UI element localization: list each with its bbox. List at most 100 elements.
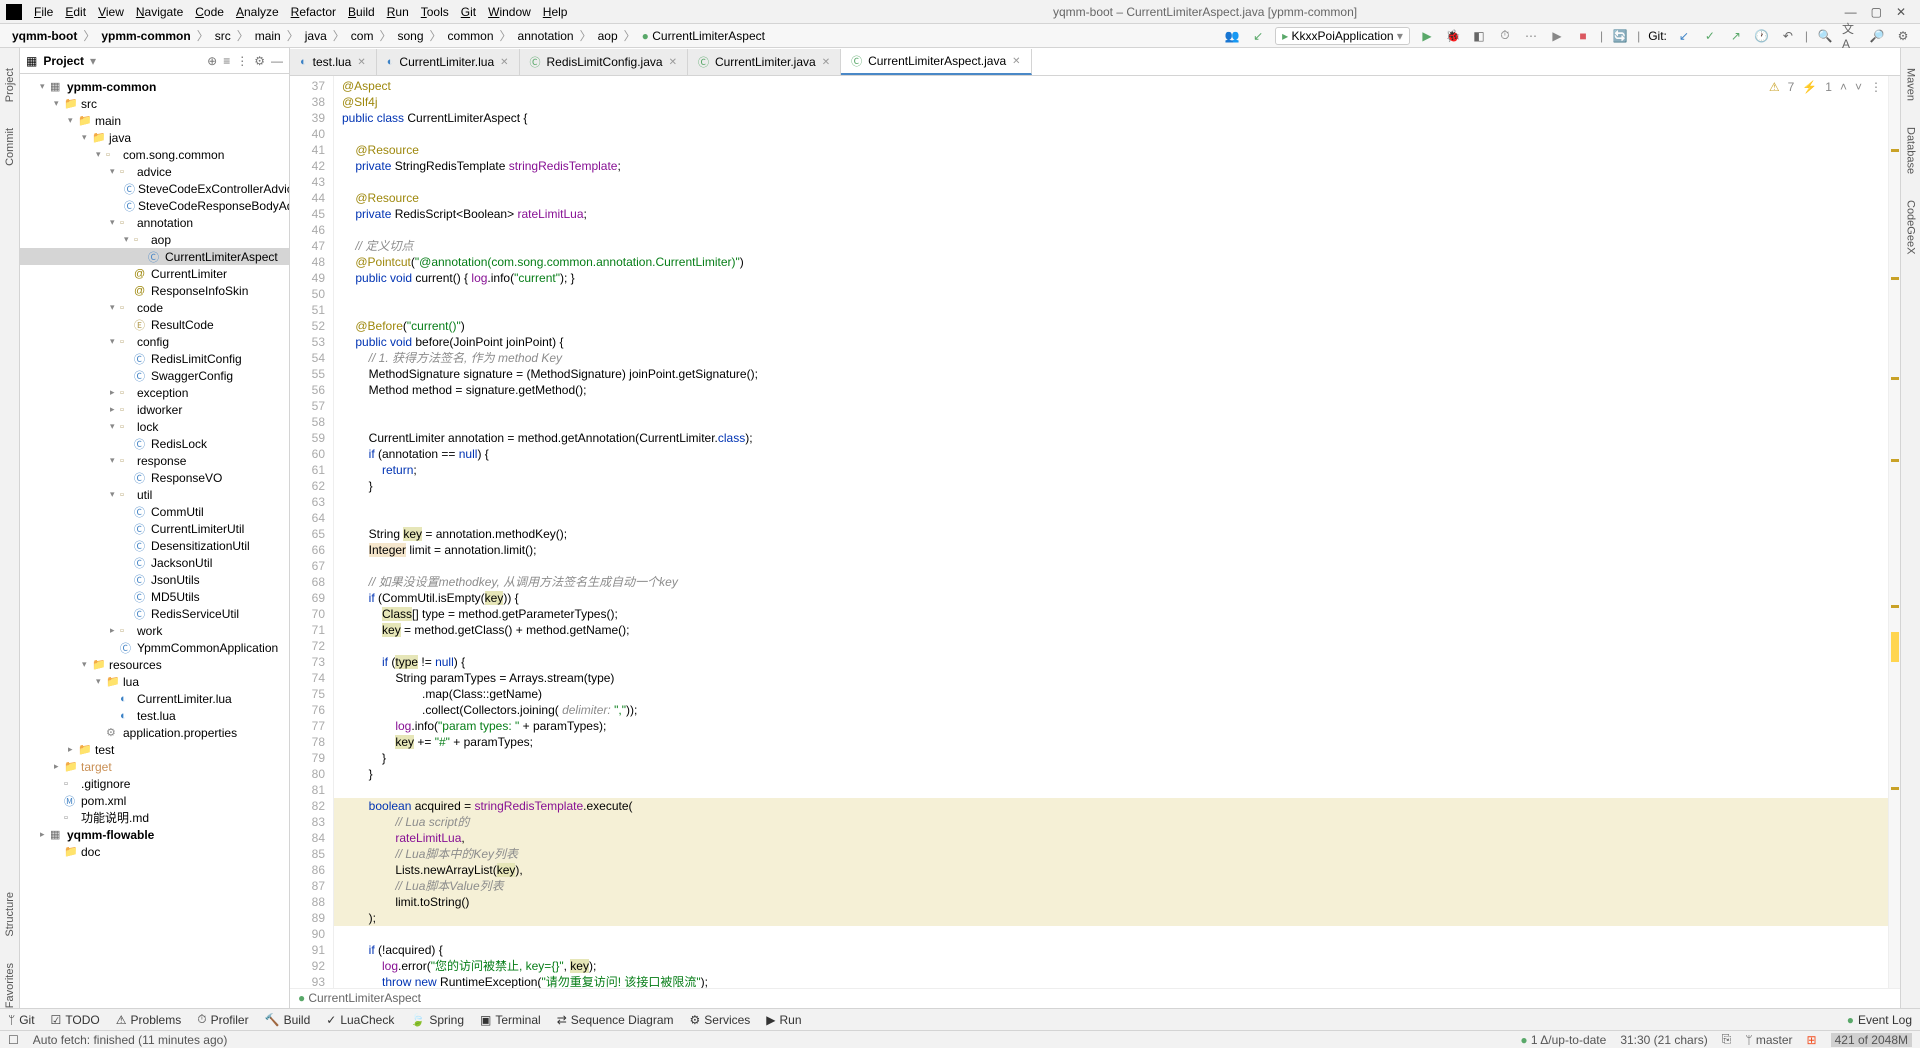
bottom-tool-spring[interactable]: 🍃Spring [410, 1012, 464, 1027]
bottom-tool-sequence-diagram[interactable]: ⇄Sequence Diagram [557, 1012, 674, 1027]
tree-node[interactable]: ⒸCurrentLimiterUtil [20, 520, 289, 537]
tree-node[interactable]: ◐CurrentLimiter.lua [20, 690, 289, 707]
tree-node[interactable]: ▾▫lock [20, 418, 289, 435]
tree-node[interactable]: ▫.gitignore [20, 775, 289, 792]
menu-file[interactable]: File [28, 5, 59, 19]
expand-all-icon[interactable]: ≡ [223, 54, 230, 68]
gear-icon[interactable]: ⚙ [254, 54, 265, 68]
tree-node[interactable]: ▾📁java [20, 129, 289, 146]
tree-node[interactable]: ▾▫config [20, 333, 289, 350]
tree-node[interactable]: ▾▫code [20, 299, 289, 316]
prev-highlight-icon[interactable]: ˄ [1840, 80, 1847, 94]
code-content[interactable]: @Aspect@Slf4jpublic class CurrentLimiter… [334, 76, 1900, 988]
bottom-tool-run[interactable]: ▶Run [766, 1012, 801, 1027]
left-tab-commit[interactable]: Commit [4, 128, 16, 166]
git-update-icon[interactable]: ↙ [1675, 27, 1693, 45]
close-icon[interactable]: ✕ [1896, 5, 1906, 19]
minimize-icon[interactable]: — [1845, 5, 1857, 19]
tree-node[interactable]: ◐test.lua [20, 707, 289, 724]
close-tab-icon[interactable]: ✕ [1012, 56, 1020, 67]
tree-node[interactable]: ▾▫com.song.common [20, 146, 289, 163]
crumb-0[interactable]: yqmm-boot [8, 29, 81, 43]
inspection-menu-icon[interactable]: ⋮ [1870, 80, 1882, 94]
tree-node[interactable]: ⒸResponseVO [20, 469, 289, 486]
tree-node[interactable]: ⒸRedisLimitConfig [20, 350, 289, 367]
run-icon[interactable]: ▶ [1418, 27, 1436, 45]
menu-git[interactable]: Git [455, 5, 482, 19]
reload-icon[interactable]: 🔄 [1611, 27, 1629, 45]
editor-tab[interactable]: ⒸCurrentLimiter.java✕ [688, 49, 841, 75]
crumb-6[interactable]: song [393, 29, 427, 43]
crumb-1[interactable]: ypmm-common [97, 29, 194, 43]
more-run-icon[interactable]: ⋯ [1522, 27, 1540, 45]
status-branch[interactable]: ᛘ master [1745, 1033, 1792, 1047]
crumb-7[interactable]: common [444, 29, 498, 43]
tree-node[interactable]: ⒸSteveCodeExControllerAdvice [20, 180, 289, 197]
crumb-4[interactable]: java [301, 29, 331, 43]
menu-build[interactable]: Build [342, 5, 381, 19]
close-tab-icon[interactable]: ✕ [500, 57, 508, 68]
tree-node[interactable]: ▾📁resources [20, 656, 289, 673]
tree-node[interactable]: ▸📁test [20, 741, 289, 758]
error-stripe[interactable] [1888, 76, 1900, 988]
hide-icon[interactable]: — [271, 54, 283, 68]
project-view-select[interactable]: ▾ [90, 54, 96, 68]
scroll-from-source-icon[interactable]: ⊕ [207, 54, 217, 68]
bottom-tool-terminal[interactable]: ▣Terminal [480, 1012, 541, 1027]
bottom-tool-services[interactable]: ⚙Services [690, 1012, 751, 1027]
left-tab-structure[interactable]: Structure [4, 892, 16, 937]
right-tab-database[interactable]: Database [1905, 127, 1917, 174]
tree-node[interactable]: ▸▦yqmm-flowable [20, 826, 289, 843]
tree-node[interactable]: ▾📁main [20, 112, 289, 129]
git-commit-icon[interactable]: ✓ [1701, 27, 1719, 45]
crumb-9[interactable]: aop [594, 29, 622, 43]
git-push-icon[interactable]: ↗ [1727, 27, 1745, 45]
tree-node[interactable]: ▾📁src [20, 95, 289, 112]
tree-node[interactable]: ⒺResultCode [20, 316, 289, 333]
profile-icon[interactable]: ⏱ [1496, 27, 1514, 45]
tree-node[interactable]: @CurrentLimiter [20, 265, 289, 282]
editor[interactable]: ⚠7 ⚡1 ˄ ˅ ⋮ 3738394041424344454647484950… [290, 76, 1900, 988]
editor-gutter[interactable]: 3738394041424344454647484950515253545556… [290, 76, 334, 988]
tree-node[interactable]: ⒸJsonUtils [20, 571, 289, 588]
run-config-select[interactable]: ▸ KkxxPoiApplication ▾ [1275, 27, 1410, 45]
tree-node[interactable]: ⒸCommUtil [20, 503, 289, 520]
menu-refactor[interactable]: Refactor [285, 5, 342, 19]
status-caret-pos[interactable]: 31:30 (21 chars) [1620, 1033, 1707, 1047]
tree-node[interactable]: ▾📁lua [20, 673, 289, 690]
next-highlight-icon[interactable]: ˅ [1855, 80, 1862, 94]
menu-analyze[interactable]: Analyze [230, 5, 285, 19]
bottom-tool-profiler[interactable]: ⏱Profiler [197, 1012, 248, 1027]
menu-tools[interactable]: Tools [415, 5, 455, 19]
tree-node[interactable]: ▾▫aop [20, 231, 289, 248]
editor-tab[interactable]: ⒸRedisLimitConfig.java✕ [520, 49, 688, 75]
tree-node[interactable]: ⒸSwaggerConfig [20, 367, 289, 384]
collapse-all-icon[interactable]: ⋮ [236, 54, 248, 68]
bottom-tool-git[interactable]: ᛘGit [8, 1012, 35, 1027]
stop-icon[interactable]: ■ [1574, 27, 1592, 45]
crumb-2[interactable]: src [211, 29, 235, 43]
tree-node[interactable]: ▾▫response [20, 452, 289, 469]
editor-tab[interactable]: ◐test.lua✕ [290, 49, 377, 75]
tree-node[interactable]: ⒸRedisLock [20, 435, 289, 452]
editor-tab[interactable]: ◐CurrentLimiter.lua✕ [377, 49, 520, 75]
status-ms-icon[interactable]: ⊞ [1807, 1033, 1817, 1047]
status-uptodate[interactable]: ● 1 Δ/up-to-date [1520, 1033, 1606, 1047]
bottom-tool-problems[interactable]: ⚠Problems [116, 1012, 181, 1027]
tree-node[interactable]: 📁doc [20, 843, 289, 860]
tree-node[interactable]: ▾▫annotation [20, 214, 289, 231]
event-log-button[interactable]: ● Event Log [1847, 1013, 1912, 1027]
attach-icon[interactable]: ▶ [1548, 27, 1566, 45]
tree-node[interactable]: ⒸRedisServiceUtil [20, 605, 289, 622]
search-icon[interactable]: 🔍 [1816, 27, 1834, 45]
right-tab-codegeex[interactable]: CodeGeeX [1905, 200, 1917, 254]
editor-tab[interactable]: ⒸCurrentLimiterAspect.java✕ [841, 49, 1031, 75]
tree-node[interactable]: ▾▫advice [20, 163, 289, 180]
bottom-tool-luacheck[interactable]: ✓LuaCheck [326, 1012, 394, 1027]
left-tab-project[interactable]: Project [4, 68, 16, 102]
editor-breadcrumbs[interactable]: ● CurrentLimiterAspect [290, 988, 1900, 1008]
close-tab-icon[interactable]: ✕ [822, 57, 830, 68]
users-icon[interactable]: 👥 [1223, 27, 1241, 45]
close-tab-icon[interactable]: ✕ [669, 57, 677, 68]
tree-node[interactable]: Ⓜpom.xml [20, 792, 289, 809]
